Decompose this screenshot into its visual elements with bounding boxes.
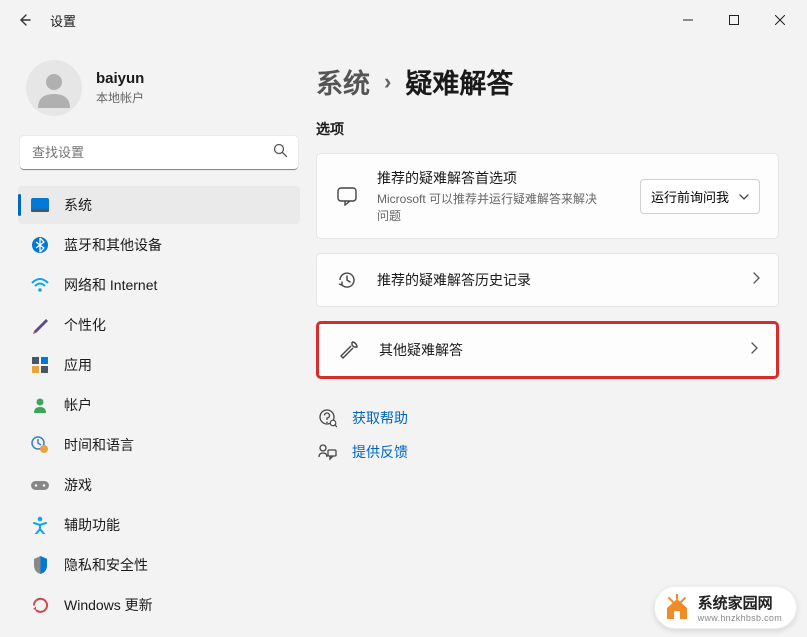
sidebar-item-network[interactable]: 网络和 Internet <box>18 266 300 304</box>
card-recommended-pref[interactable]: 推荐的疑难解答首选项 Microsoft 可以推荐并运行疑难解答来解决问题 运行… <box>316 153 779 239</box>
dropdown-value: 运行前询问我 <box>651 187 729 206</box>
user-block[interactable]: baiyun 本地帐户 <box>18 48 310 134</box>
system-icon <box>30 195 50 215</box>
sidebar-item-accounts[interactable]: 帐户 <box>18 386 300 424</box>
sidebar-item-label: 游戏 <box>64 475 92 495</box>
sidebar-item-label: 时间和语言 <box>64 435 134 455</box>
sidebar-item-accessibility[interactable]: 辅助功能 <box>18 506 300 544</box>
search-icon <box>273 143 288 163</box>
link-feedback[interactable]: 提供反馈 <box>316 435 779 469</box>
main: 系统 › 疑难解答 选项 推荐的疑难解答首选项 Microsoft 可以推荐并运… <box>310 40 807 637</box>
search-wrap <box>20 136 298 170</box>
history-icon <box>335 268 359 292</box>
bluetooth-icon <box>30 235 50 255</box>
sidebar-item-label: 个性化 <box>64 315 106 335</box>
window-title: 设置 <box>50 11 76 30</box>
minimize-icon <box>683 15 693 25</box>
sidebar-item-bluetooth[interactable]: 蓝牙和其他设备 <box>18 226 300 264</box>
card-desc: Microsoft 可以推荐并运行疑难解答来解决问题 <box>377 190 607 224</box>
sidebar-item-privacy[interactable]: 隐私和安全性 <box>18 546 300 584</box>
sidebar-item-windows-update[interactable]: Windows 更新 <box>18 586 300 624</box>
clock-globe-icon <box>30 435 50 455</box>
search-input[interactable] <box>20 136 298 170</box>
sidebar-item-label: 应用 <box>64 355 92 375</box>
apps-icon <box>30 355 50 375</box>
back-button[interactable] <box>4 0 44 40</box>
card-title: 其他疑难解答 <box>379 340 750 360</box>
person-icon <box>30 395 50 415</box>
titlebar: 设置 <box>0 0 807 40</box>
sidebar-item-system[interactable]: 系统 <box>18 186 300 224</box>
breadcrumb-parent[interactable]: 系统 <box>316 62 370 101</box>
sidebar-item-label: 系统 <box>64 195 92 215</box>
sidebar-item-label: 辅助功能 <box>64 515 120 535</box>
user-subtitle: 本地帐户 <box>96 89 144 106</box>
avatar <box>26 60 82 116</box>
breadcrumb: 系统 › 疑难解答 <box>316 62 779 101</box>
sidebar: baiyun 本地帐户 系统 蓝牙和其他设备 <box>0 40 310 637</box>
sidebar-item-time-language[interactable]: 时间和语言 <box>18 426 300 464</box>
user-name: baiyun <box>96 70 144 87</box>
links: 获取帮助 提供反馈 <box>316 401 779 469</box>
wrench-icon <box>337 338 361 362</box>
help-icon <box>316 407 338 429</box>
chat-icon <box>335 184 359 208</box>
maximize-button[interactable] <box>711 0 757 40</box>
house-icon <box>663 594 691 622</box>
gamepad-icon <box>30 475 50 495</box>
watermark: 系统家园网 www.hnzkhbsb.com <box>654 586 797 629</box>
sidebar-item-apps[interactable]: 应用 <box>18 346 300 384</box>
window-controls <box>665 0 803 40</box>
link-label: 获取帮助 <box>352 408 408 428</box>
link-get-help[interactable]: 获取帮助 <box>316 401 779 435</box>
feedback-icon <box>316 441 338 463</box>
section-label: 选项 <box>316 119 779 139</box>
watermark-text: 系统家园网 <box>698 592 782 613</box>
minimize-button[interactable] <box>665 0 711 40</box>
arrow-left-icon <box>16 12 32 28</box>
card-history[interactable]: 推荐的疑难解答历史记录 <box>316 253 779 307</box>
sidebar-item-gaming[interactable]: 游戏 <box>18 466 300 504</box>
sidebar-item-label: 帐户 <box>64 395 92 415</box>
card-title: 推荐的疑难解答首选项 <box>377 168 640 188</box>
sidebar-item-label: Windows 更新 <box>64 595 153 615</box>
card-title: 推荐的疑难解答历史记录 <box>377 270 752 290</box>
link-label: 提供反馈 <box>352 442 408 462</box>
chevron-right-icon: › <box>384 69 391 95</box>
recommended-dropdown[interactable]: 运行前询问我 <box>640 179 760 214</box>
chevron-right-icon <box>750 341 758 359</box>
chevron-right-icon <box>752 271 760 289</box>
shield-icon <box>30 555 50 575</box>
paintbrush-icon <box>30 315 50 335</box>
accessibility-icon <box>30 515 50 535</box>
watermark-url: www.hnzkhbsb.com <box>698 613 782 623</box>
nav: 系统 蓝牙和其他设备 网络和 Internet 个性化 应用 <box>18 186 310 624</box>
update-icon <box>30 595 50 615</box>
breadcrumb-current: 疑难解答 <box>405 62 513 101</box>
close-icon <box>775 15 785 25</box>
person-icon <box>34 68 74 108</box>
sidebar-item-label: 隐私和安全性 <box>64 555 148 575</box>
chevron-down-icon <box>739 189 749 204</box>
sidebar-item-label: 蓝牙和其他设备 <box>64 235 162 255</box>
maximize-icon <box>729 15 739 25</box>
card-other-troubleshooters[interactable]: 其他疑难解答 <box>316 321 779 379</box>
network-icon <box>30 275 50 295</box>
close-button[interactable] <box>757 0 803 40</box>
sidebar-item-personalization[interactable]: 个性化 <box>18 306 300 344</box>
sidebar-item-label: 网络和 Internet <box>64 275 157 295</box>
